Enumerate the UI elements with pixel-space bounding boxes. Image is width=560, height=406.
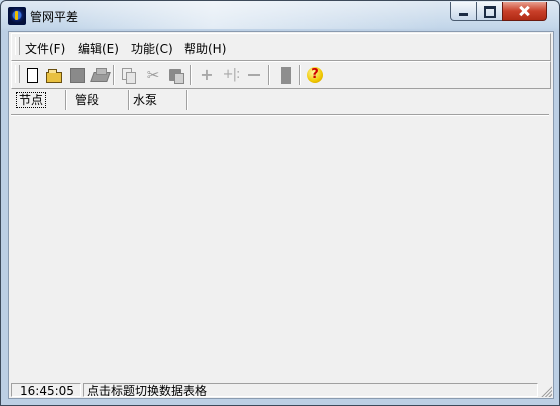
- tab-pipes[interactable]: 管段: [65, 90, 129, 110]
- menu-file[interactable]: 文件(F): [25, 40, 65, 57]
- minimize-button[interactable]: [450, 2, 477, 21]
- app-icon[interactable]: [8, 7, 26, 25]
- toolbar-grip-icon[interactable]: [15, 65, 20, 83]
- status-message: 点击标题切换数据表格: [83, 383, 538, 397]
- tab-pumps[interactable]: 水泵: [123, 90, 187, 110]
- menu-bar: 文件(F) 编辑(E) 功能(C) 帮助(H): [11, 33, 551, 61]
- copy-icon[interactable]: [120, 66, 138, 84]
- toolbar-separator: [299, 65, 301, 85]
- toolbar-separator: [190, 65, 192, 85]
- close-button[interactable]: [502, 2, 547, 21]
- maximize-button[interactable]: [476, 2, 503, 21]
- save-icon[interactable]: [68, 66, 86, 84]
- title-bar[interactable]: 管网平差: [1, 1, 559, 29]
- status-bar: 16:45:05 点击标题切换数据表格: [9, 382, 553, 398]
- insert-icon[interactable]: +|:: [222, 66, 241, 84]
- toolbar: ✂ + +|:: [11, 61, 551, 89]
- add-icon[interactable]: +: [198, 66, 216, 84]
- tab-pipes-label: 管段: [75, 93, 100, 107]
- window-title: 管网平差: [30, 10, 79, 24]
- tabs-divider: [11, 114, 549, 116]
- toolbar-separator: [113, 65, 115, 85]
- paste-icon[interactable]: [167, 66, 185, 84]
- menu-bar-grip-icon[interactable]: [15, 37, 20, 55]
- client-area: 文件(F) 编辑(E) 功能(C) 帮助(H) ✂ + +|: ? 节点 管段 …: [8, 31, 554, 399]
- menu-help[interactable]: 帮助(H): [184, 40, 226, 57]
- print-icon[interactable]: [91, 66, 109, 84]
- remove-icon[interactable]: [245, 66, 263, 84]
- data-table-tabs: 节点 管段 水泵: [11, 88, 549, 114]
- toolbar-separator: [268, 65, 270, 85]
- app-window: 管网平差 文件(F) 编辑(E) 功能(C) 帮助(H) ✂ + +|: ? 节…: [0, 0, 560, 406]
- block-icon[interactable]: [277, 66, 295, 84]
- menu-edit[interactable]: 编辑(E): [78, 40, 119, 57]
- status-time: 16:45:05: [11, 383, 81, 397]
- data-table-area[interactable]: [11, 117, 549, 379]
- menu-function[interactable]: 功能(C): [131, 40, 173, 57]
- help-icon[interactable]: [306, 66, 324, 84]
- title-glow: [61, 1, 441, 29]
- resize-grip-icon[interactable]: [540, 385, 552, 397]
- tab-pumps-label: 水泵: [133, 93, 158, 107]
- new-file-icon[interactable]: [23, 66, 41, 84]
- open-folder-icon[interactable]: [45, 66, 63, 84]
- tab-nodes[interactable]: 节点: [13, 90, 66, 110]
- tab-nodes-label: 节点: [15, 92, 47, 108]
- cut-icon[interactable]: ✂: [144, 66, 162, 84]
